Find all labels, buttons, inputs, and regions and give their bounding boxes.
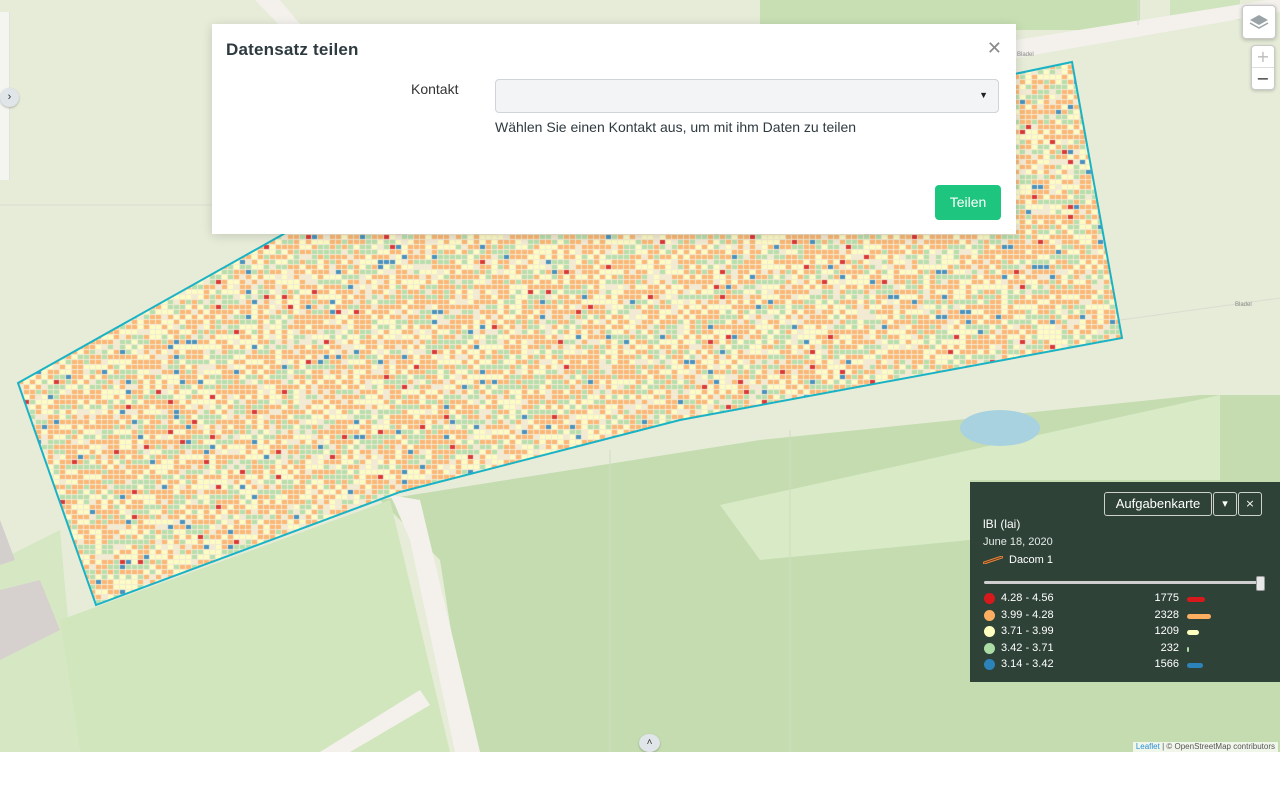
place-label-2: Bladel	[1017, 52, 1034, 58]
attribution-text: | © OpenStreetMap contributors	[1159, 742, 1275, 751]
zoom-in-button[interactable]: +	[1252, 46, 1274, 68]
dialog-title: Datensatz teilen	[226, 40, 359, 59]
legend-range: 3.14 - 3.42	[1001, 658, 1054, 670]
legend-count: 1775	[1154, 592, 1179, 604]
legend-color-dot	[984, 659, 995, 670]
legend-count: 1209	[1154, 625, 1179, 637]
map-attribution: Leaflet | © OpenStreetMap contributors	[1132, 742, 1278, 752]
contact-help-text: Wählen Sie einen Kontakt aus, um mit ihm…	[495, 119, 857, 135]
legend-count-bar	[1187, 613, 1211, 619]
legend-row: 3.42 - 3.71 232	[984, 642, 1224, 656]
legend-date: June 18, 2020	[983, 536, 1053, 548]
legend-count-bar	[1187, 646, 1190, 652]
legend-row: 3.14 - 3.42 1566	[984, 658, 1224, 672]
caret-down-icon: ▼	[979, 90, 988, 100]
legend-row: 3.71 - 3.99 1209	[984, 625, 1224, 639]
legend-count: 232	[1160, 641, 1179, 654]
legend-range: 3.99 - 4.28	[1001, 608, 1054, 621]
legend-title: lBI (lai)	[983, 517, 1021, 531]
legend-color-dot	[984, 609, 995, 621]
share-button[interactable]: Teilen	[935, 185, 1001, 220]
task-map-button[interactable]: Aufgabenkarte	[1104, 492, 1212, 516]
legend-color-dot	[984, 593, 995, 604]
close-icon[interactable]: ×	[1238, 492, 1262, 516]
place-label: Bladel	[1235, 302, 1252, 308]
zoom-out-button[interactable]: −	[1252, 68, 1274, 89]
close-icon[interactable]: ✕	[987, 38, 1002, 59]
legend-count-bar	[1187, 597, 1206, 602]
slider-handle[interactable]	[1256, 576, 1265, 591]
zoom-control: + −	[1251, 45, 1275, 90]
opacity-slider[interactable]	[984, 581, 1259, 584]
legend-row: 3.99 - 4.28 2328	[984, 609, 1224, 623]
legend-range: 3.71 - 3.99	[1001, 625, 1054, 637]
machine-icon	[983, 556, 1003, 564]
legend-row: 4.28 - 4.56 1775	[984, 592, 1224, 606]
contact-select[interactable]: ▼	[495, 79, 999, 113]
legend-count: 2328	[1154, 608, 1179, 621]
legend-count: 1566	[1154, 658, 1179, 670]
chevron-right-icon[interactable]: ›	[0, 88, 19, 107]
caret-down-icon[interactable]: ▾	[1213, 492, 1237, 516]
legend-color-dot	[984, 626, 995, 637]
legend-panel: Aufgabenkarte ▾ × lBI (lai) June 18, 202…	[970, 482, 1280, 682]
legend-count-bar	[1187, 663, 1204, 668]
legend-color-dot	[984, 642, 995, 654]
layers-icon[interactable]	[1242, 5, 1276, 39]
bottom-panel	[0, 752, 1280, 800]
legend-range: 3.42 - 3.71	[1001, 641, 1054, 654]
legend-count-bar	[1187, 630, 1200, 635]
share-dataset-dialog: Datensatz teilen ✕ Kontakt ▼ Wählen Sie …	[212, 24, 1016, 234]
machine-name: Dacom 1	[1009, 554, 1054, 566]
machine-row: Dacom 1	[983, 554, 1053, 566]
chevron-up-icon[interactable]: ˄	[639, 734, 660, 752]
contact-label: Kontakt	[411, 81, 459, 97]
leaflet-link[interactable]: Leaflet	[1136, 742, 1160, 751]
layers-icon-glyph	[1249, 15, 1269, 29]
legend-range: 4.28 - 4.56	[1001, 592, 1054, 604]
